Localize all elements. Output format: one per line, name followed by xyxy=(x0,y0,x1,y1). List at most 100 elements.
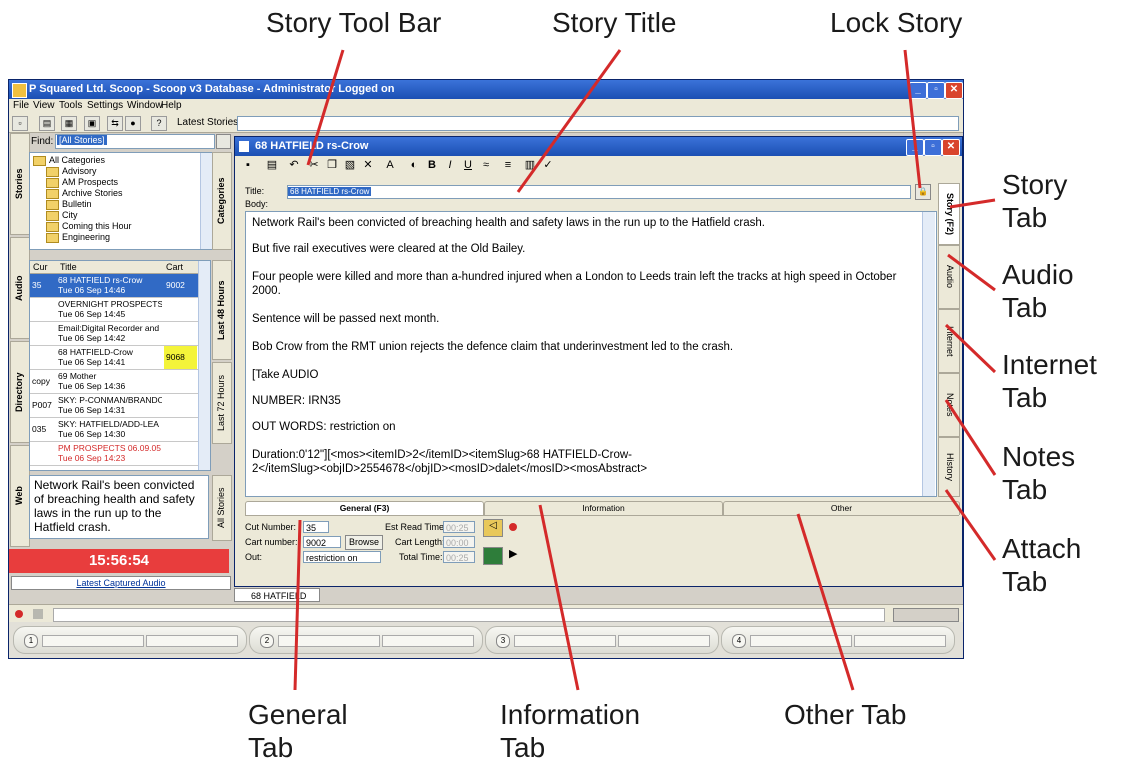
tab-history[interactable]: History xyxy=(938,437,960,497)
table-row[interactable]: OVERNIGHT PROSPECTS Tue 06 Sep 14:45 xyxy=(30,298,198,322)
find-go-icon[interactable] xyxy=(216,134,231,149)
layout-icon[interactable]: ▣ xyxy=(84,116,100,131)
font-icon[interactable]: A xyxy=(383,159,397,172)
status-record-icon[interactable] xyxy=(15,610,23,618)
tab-all-stories[interactable]: All Stories xyxy=(212,475,232,541)
status-meter xyxy=(893,608,959,622)
speaker-icon[interactable]: ◁ xyxy=(483,519,503,537)
attach-icon[interactable]: ▥ xyxy=(523,159,537,172)
tree-item[interactable]: Bulletin xyxy=(46,199,92,210)
body-scrollbar[interactable] xyxy=(922,212,935,496)
audio-player[interactable]: 4 xyxy=(721,626,955,654)
tree-item[interactable]: Coming this Hour xyxy=(46,221,132,232)
tree-item[interactable]: Advisory xyxy=(46,166,97,177)
grid-scrollbar[interactable] xyxy=(198,261,210,470)
audio-player[interactable]: 3 xyxy=(485,626,719,654)
tab-information[interactable]: Information xyxy=(484,501,723,515)
print-story-icon[interactable]: ▤ xyxy=(265,159,279,172)
table-row[interactable]: 68 HATFIELD-Crow Tue 06 Sep 14:41 9068 xyxy=(30,346,198,370)
latest-stories-field[interactable] xyxy=(237,116,959,131)
callout-notes-tab: Notes Tab xyxy=(1002,441,1076,505)
tab-categories[interactable]: Categories xyxy=(212,152,232,250)
latest-captured-audio-link[interactable]: Latest Captured Audio xyxy=(11,576,231,590)
story-body-editor[interactable]: Network Rail's been convicted of breachi… xyxy=(245,211,937,497)
table-row[interactable]: 35 68 HATFIELD rs-Crow Tue 06 Sep 14:46 9… xyxy=(30,274,198,298)
menu-tools[interactable]: Tools xyxy=(59,100,82,111)
menu-settings[interactable]: Settings xyxy=(87,100,123,111)
close-button[interactable]: ✕ xyxy=(945,82,963,99)
transfer-icon[interactable]: ⇆ xyxy=(107,116,123,131)
list-icon[interactable]: ≡ xyxy=(501,159,515,172)
table-row[interactable]: Email:Digital Recorder and Pl Tue 06 Sep … xyxy=(30,322,198,346)
tree-item[interactable]: AM Prospects xyxy=(46,177,118,188)
menu-help[interactable]: Help xyxy=(161,100,182,111)
lock-story-icon[interactable]: 🔒 xyxy=(915,184,931,200)
tree-item[interactable]: Archive Stories xyxy=(46,188,123,199)
table-row[interactable]: PM PROSPECTS 06.09.05 Tue 06 Sep 14:23 xyxy=(30,442,198,466)
out-words-input[interactable]: restriction on xyxy=(303,551,381,563)
strikethrough-icon[interactable]: ≈ xyxy=(479,159,493,172)
tree-item[interactable]: City xyxy=(46,210,78,221)
story-title-input[interactable]: 68 HATFIELD rs-Crow xyxy=(287,185,911,199)
side-tab-web[interactable]: Web xyxy=(10,445,30,547)
tab-story[interactable]: Story (F2) xyxy=(938,183,960,245)
story-title-value: 68 HATFIELD rs-Crow xyxy=(288,187,372,196)
audio-player[interactable]: 1 xyxy=(13,626,247,654)
tree-item[interactable]: Engineering xyxy=(46,232,110,243)
delete-icon[interactable]: ✕ xyxy=(361,159,375,172)
story-minimize-button[interactable]: _ xyxy=(906,139,924,156)
play-icon[interactable]: ▶ xyxy=(509,547,517,560)
waveform-icon[interactable] xyxy=(483,547,503,565)
grid-header-title[interactable]: Title xyxy=(60,262,77,272)
cut-icon[interactable]: ✂ xyxy=(307,159,321,172)
record-icon[interactable]: ● xyxy=(125,116,141,131)
copy-icon[interactable]: ❐ xyxy=(325,159,339,172)
tab-internet[interactable]: Internet xyxy=(938,309,960,373)
browse-button[interactable]: Browse xyxy=(345,535,383,550)
grid-header-cur[interactable]: Cur xyxy=(33,262,48,272)
side-tab-audio[interactable]: Audio xyxy=(10,237,30,339)
tab-last-48-hours[interactable]: Last 48 Hours xyxy=(212,260,232,360)
menu-view[interactable]: View xyxy=(33,100,55,111)
grid-header-cart[interactable]: Cart xyxy=(166,262,183,272)
body-line: But five rail executives were cleared at… xyxy=(252,243,526,255)
tab-last-72-hours[interactable]: Last 72 Hours xyxy=(212,362,232,444)
italic-icon[interactable]: I xyxy=(443,159,457,172)
document-icon xyxy=(239,141,249,152)
maximize-button[interactable]: ▫ xyxy=(927,82,945,99)
table-row[interactable]: copy 69 Mother Tue 06 Sep 14:36 xyxy=(30,370,198,394)
undo-icon[interactable]: ↶ xyxy=(287,159,301,172)
cut-number-input[interactable]: 35 xyxy=(303,521,329,533)
bold-icon[interactable]: B xyxy=(425,159,439,172)
find-dropdown[interactable]: [All Stories] xyxy=(55,134,215,149)
story-close-button[interactable]: ✕ xyxy=(942,139,960,156)
side-tab-directory[interactable]: Directory xyxy=(10,341,30,443)
tab-general[interactable]: General (F3) xyxy=(245,501,484,515)
audio-player[interactable]: 2 xyxy=(249,626,483,654)
underline-icon[interactable]: U xyxy=(461,159,475,172)
callout-audio-tab: Audio Tab xyxy=(1002,259,1074,323)
table-row[interactable]: 035 SKY: HATFIELD/ADD-LEA Tue 06 Sep 14:3… xyxy=(30,418,198,442)
story-maximize-button[interactable]: ▫ xyxy=(924,139,942,156)
help-icon[interactable]: ? xyxy=(151,116,167,131)
tab-audio[interactable]: Audio xyxy=(938,245,960,309)
menu-window[interactable]: Window xyxy=(127,100,163,111)
menu-file[interactable]: File xyxy=(13,100,29,111)
window-tab[interactable]: 68 HATFIELD rs-C... xyxy=(234,588,320,615)
status-stop-icon[interactable] xyxy=(33,609,43,619)
record-icon[interactable] xyxy=(509,523,517,531)
save-story-icon[interactable]: ▪ xyxy=(241,159,255,172)
spellcheck-icon[interactable]: ✓ xyxy=(541,159,555,172)
tab-notes[interactable]: Notes xyxy=(938,373,960,437)
print-icon[interactable]: ▤ xyxy=(39,116,55,131)
highlight-icon[interactable]: ◐ xyxy=(407,159,421,172)
save-icon[interactable]: ▦ xyxy=(61,116,77,131)
paste-icon[interactable]: ▧ xyxy=(343,159,357,172)
table-row[interactable]: P007 SKY: P-CONMAN/BRANDO Tue 06 Sep 14:3… xyxy=(30,394,198,418)
new-icon[interactable]: ▫ xyxy=(12,116,28,131)
side-tab-stories[interactable]: Stories xyxy=(10,133,30,235)
tree-item[interactable]: All Categories xyxy=(33,155,105,166)
cart-number-input[interactable]: 9002 xyxy=(303,536,341,548)
tab-other[interactable]: Other xyxy=(723,501,960,515)
minimize-button[interactable]: _ xyxy=(909,82,927,99)
